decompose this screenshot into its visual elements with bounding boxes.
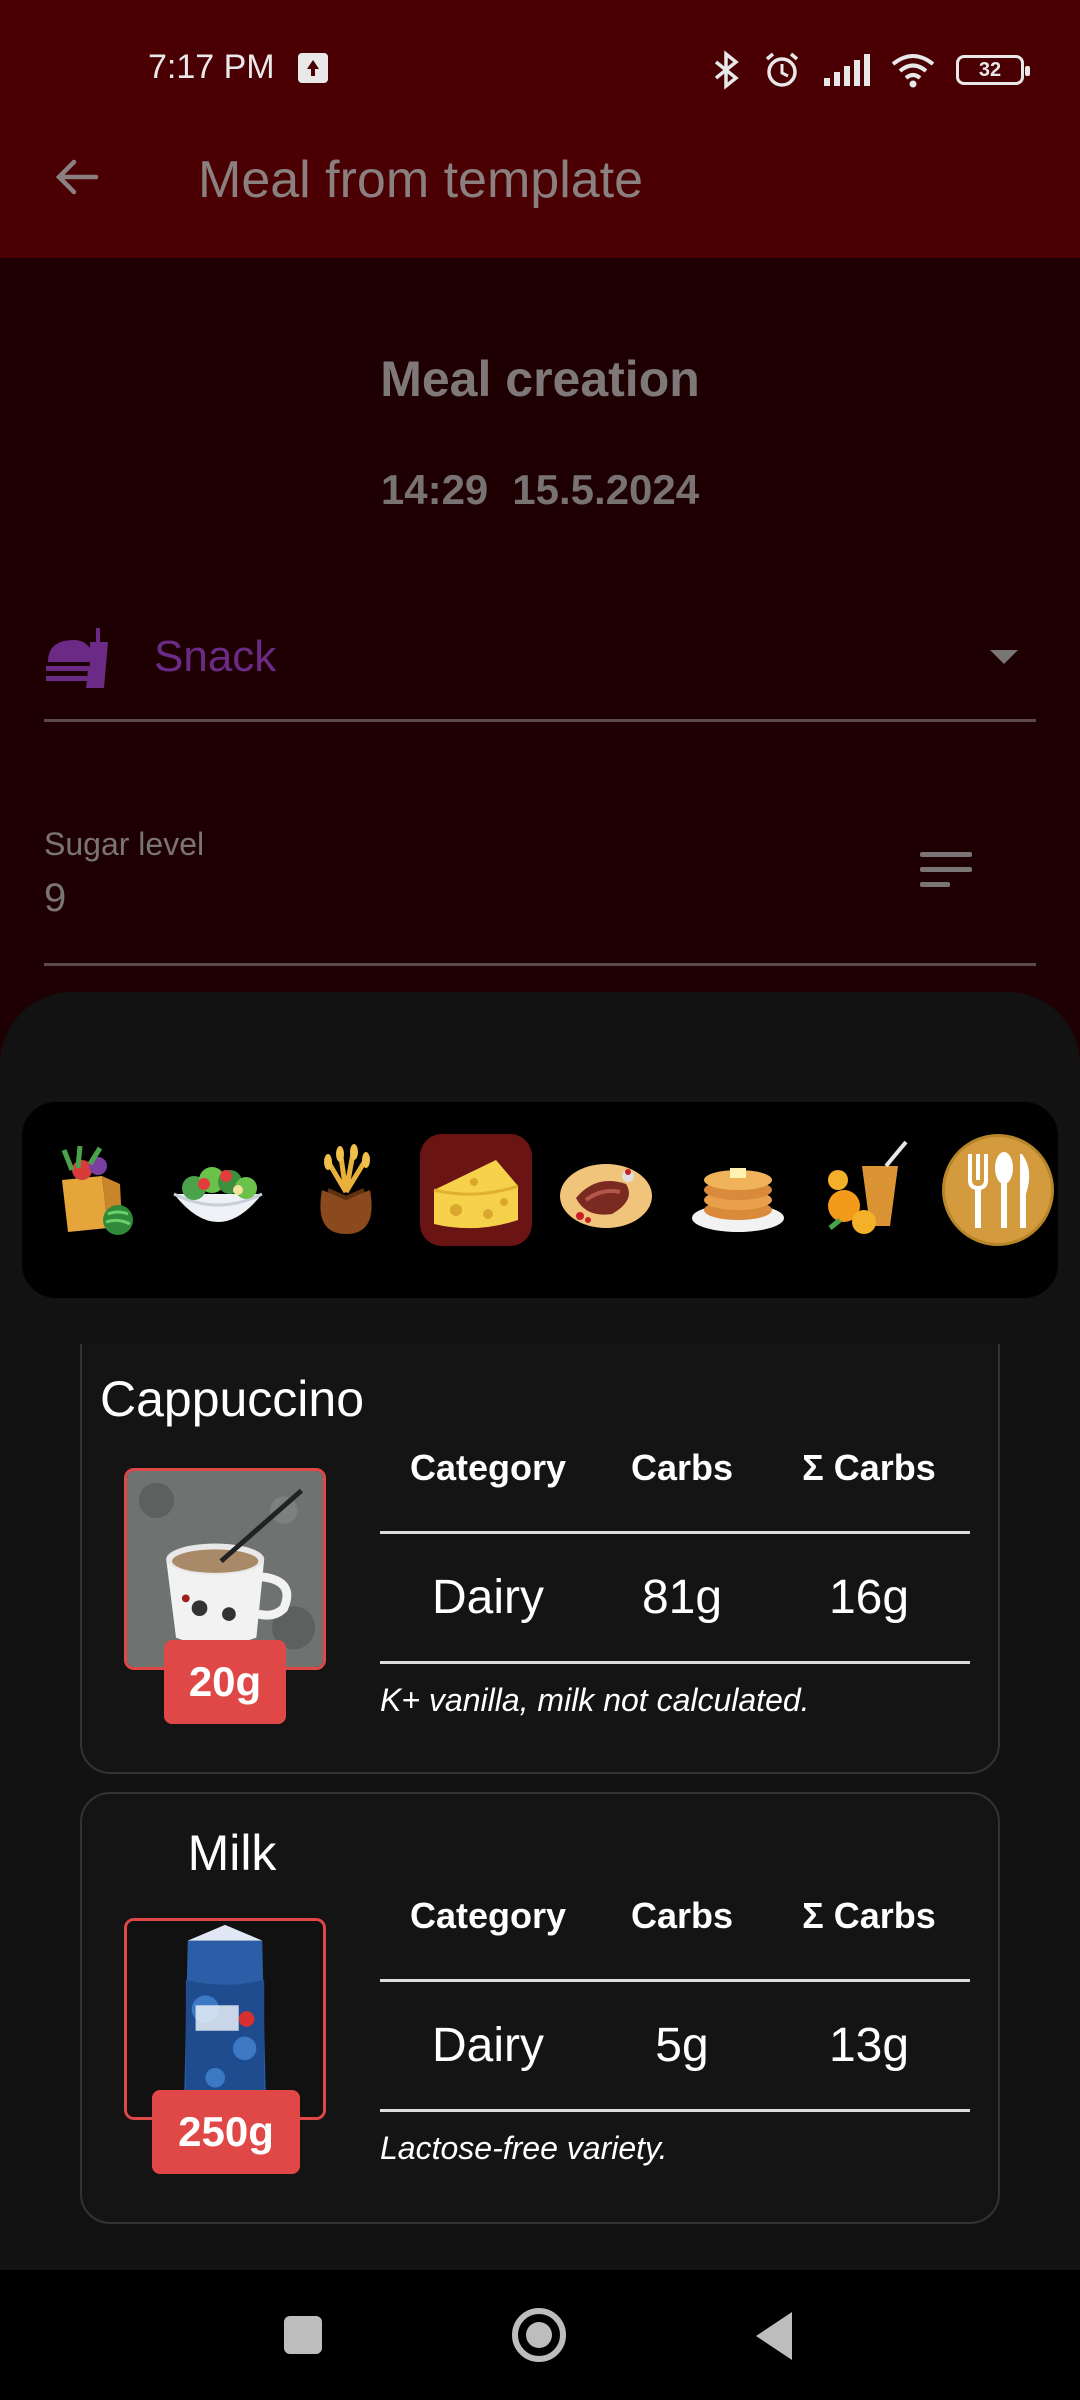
alarm-icon [765, 52, 799, 87]
table-header: Category Carbs Σ Carbs [380, 1404, 970, 1534]
page-title: Meal from template [198, 151, 644, 209]
home-button[interactable] [512, 2308, 566, 2362]
system-back-button[interactable] [756, 2312, 792, 2360]
app-bar: 7:17 PM 32 Meal from template [0, 0, 1080, 258]
header-carbs: Carbs [630, 1894, 734, 1936]
vegetables-bag-icon [61, 1145, 133, 1235]
header-category: Category [409, 1446, 567, 1488]
category-dairy[interactable] [420, 1134, 532, 1246]
table-row: Dairy 5g 13g [380, 1982, 970, 2112]
header-category: Category [409, 1894, 567, 1936]
category-salads[interactable] [162, 1134, 274, 1246]
cell-carbs: 5g [655, 2019, 709, 2072]
status-icons: 32 [712, 50, 1030, 90]
sort-lines-icon[interactable] [920, 850, 972, 890]
category-grains[interactable] [290, 1134, 402, 1246]
cutlery-icon [968, 1152, 1030, 1228]
back-arrow-icon[interactable] [52, 152, 102, 202]
battery-icon: 32 [956, 55, 1030, 85]
cappuccino-cup-image [127, 1471, 323, 1667]
cell-carbs: 81g [641, 1571, 723, 1624]
salad-icon [173, 1167, 263, 1222]
category-fruits[interactable] [810, 1134, 922, 1246]
category-bar [22, 1102, 1058, 1298]
status-bar: 7:17 PM 32 [0, 40, 1080, 100]
form-heading: Meal creation [380, 351, 700, 407]
food-tray-icon [46, 628, 108, 688]
food-item-card[interactable]: Cappuccino 20g Category Carbs Σ Carbs Da… [80, 1344, 1000, 1774]
cell-category: Dairy [431, 2019, 544, 2072]
meal-type-value: Snack [154, 632, 277, 681]
grain-sack-icon [320, 1144, 372, 1234]
status-time: 7:17 PM [148, 48, 275, 86]
food-note: K+ vanilla, milk not calculated. [380, 1682, 810, 1718]
food-note: Lactose-free variety. [380, 2130, 668, 2166]
meat-icon [560, 1164, 652, 1228]
battery-level: 32 [978, 59, 1002, 81]
cell-category: Dairy [431, 1571, 544, 1624]
signal-icon [824, 54, 870, 86]
pancakes-icon [692, 1168, 784, 1232]
milk-carton-image [127, 1921, 323, 2117]
bluetooth-icon [714, 50, 739, 90]
meal-type-dropdown[interactable]: Snack [44, 610, 1036, 722]
fruit-drink-icon [828, 1140, 908, 1234]
sugar-level-value: 9 [44, 876, 67, 920]
meal-time: 14:29 [380, 466, 489, 513]
food-name: Cappuccino [99, 1371, 365, 1427]
bottom-sheet: Cappuccino 20g Category Carbs Σ Carbs Da… [0, 992, 1080, 2270]
sugar-level-label: Sugar level [44, 826, 205, 862]
table-row: Dairy 81g 16g [380, 1534, 970, 1664]
category-other[interactable] [942, 1134, 1054, 1246]
food-name: Milk [187, 1825, 277, 1881]
sugar-level-field[interactable]: Sugar level 9 [44, 820, 1036, 966]
cheese-icon [433, 1160, 519, 1229]
food-info-table: Category Carbs Σ Carbs Dairy 5g 13g [380, 1852, 970, 2112]
cell-sum-carbs: 16g [828, 1571, 910, 1624]
category-pastry[interactable] [682, 1134, 794, 1246]
food-amount-badge[interactable]: 250g [152, 2090, 300, 2174]
category-meat[interactable] [550, 1134, 662, 1246]
category-vegetables[interactable] [36, 1134, 148, 1246]
cell-sum-carbs: 13g [828, 2019, 910, 2072]
system-nav-bar [0, 2270, 1080, 2400]
food-item-card[interactable]: Milk 250g Category Carbs Σ Carbs Dairy 5… [80, 1792, 1000, 2224]
recents-button[interactable] [284, 2316, 322, 2354]
table-header: Category Carbs Σ Carbs [380, 1852, 970, 1982]
meal-date: 15.5.2024 [512, 466, 700, 513]
meal-datetime[interactable]: 14:29 15.5.2024 [0, 466, 1080, 514]
header-sum-carbs: Σ Carbs [802, 1894, 936, 1936]
wifi-icon [891, 54, 935, 88]
header-carbs: Carbs [630, 1446, 734, 1488]
upload-notification-icon [298, 53, 328, 83]
food-amount-badge[interactable]: 20g [164, 1640, 286, 1724]
chevron-down-icon [990, 650, 1018, 664]
header-sum-carbs: Σ Carbs [802, 1446, 936, 1488]
food-info-table: Category Carbs Σ Carbs Dairy 81g 16g [380, 1404, 970, 1664]
